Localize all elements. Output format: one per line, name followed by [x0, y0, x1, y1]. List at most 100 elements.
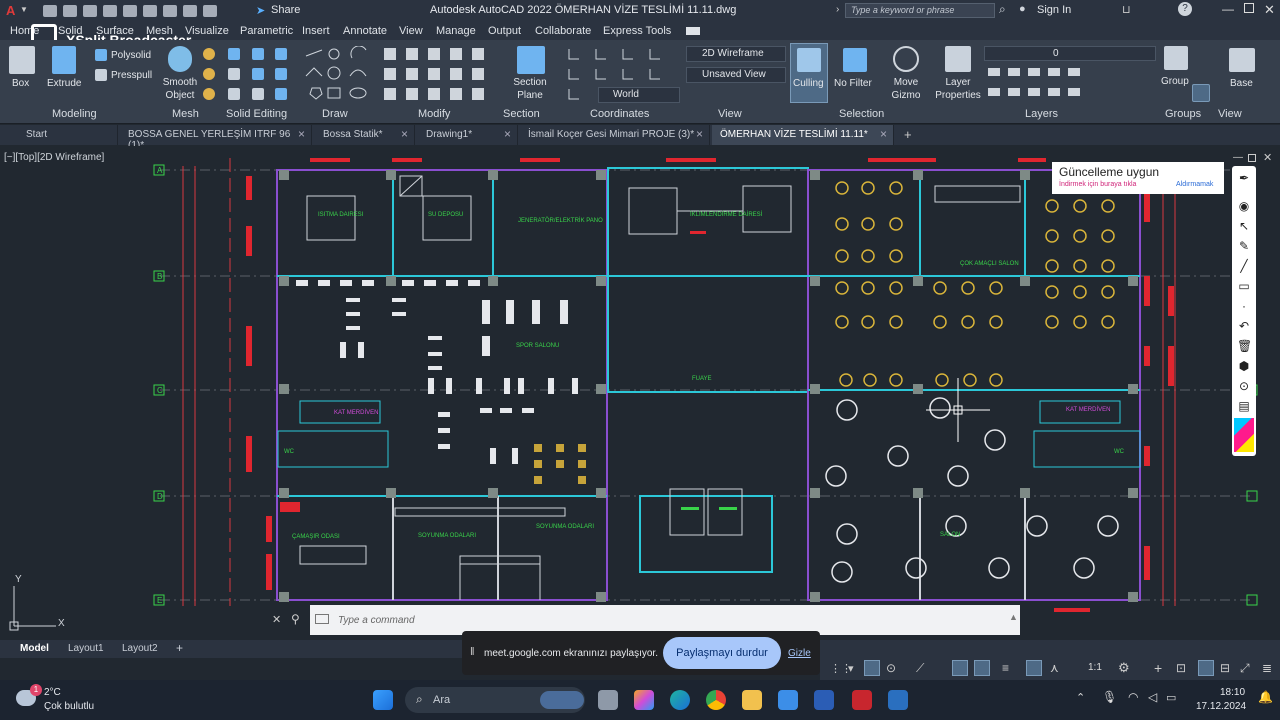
- microphone-icon[interactable]: 🎙: [1102, 690, 1117, 704]
- draw-tools-icon[interactable]: [302, 46, 374, 102]
- save-as-icon[interactable]: [103, 5, 117, 17]
- move-gizmo-icon[interactable]: [893, 46, 919, 72]
- doc-tab-start[interactable]: Start: [18, 125, 118, 145]
- tab-manage[interactable]: Manage: [436, 25, 476, 37]
- modeling-panel-label[interactable]: Modeling: [52, 108, 97, 120]
- coordinates-panel-label[interactable]: Coordinates: [590, 108, 649, 120]
- quick-properties-icon[interactable]: [1198, 660, 1214, 676]
- drag-handle-icon[interactable]: ‖: [470, 646, 475, 658]
- annotation-scale[interactable]: 1:1: [1088, 662, 1102, 673]
- share-button[interactable]: Share: [271, 4, 300, 16]
- web-save-icon[interactable]: [143, 5, 157, 17]
- drawing-viewport[interactable]: ISITMA DAIRESI SU DEPOSU JENERATÖR/ELEKT…: [0, 146, 1280, 636]
- presspull-icon[interactable]: [95, 69, 107, 81]
- restore-icon[interactable]: [1244, 3, 1254, 13]
- viewport-close-icon[interactable]: ✕: [1263, 151, 1272, 164]
- tab-layout2[interactable]: Layout2: [122, 643, 158, 654]
- close-tab-icon[interactable]: ×: [401, 127, 408, 141]
- close-tab-icon[interactable]: ×: [504, 127, 511, 141]
- tab-parametric[interactable]: Parametric: [240, 25, 293, 37]
- base-view-button[interactable]: Base: [1230, 78, 1253, 89]
- units-icon[interactable]: ⊡: [1176, 661, 1186, 675]
- search-icon[interactable]: ⌕: [999, 2, 1006, 17]
- no-filter-button[interactable]: No Filter: [834, 78, 872, 89]
- lineweight-icon[interactable]: ≡: [1002, 661, 1009, 675]
- trash-icon[interactable]: 🗑: [1237, 340, 1252, 352]
- extrude-button[interactable]: Extrude: [47, 78, 81, 89]
- tab-express-tools[interactable]: Express Tools: [603, 25, 671, 37]
- store-icon[interactable]: [778, 690, 798, 710]
- volume-icon[interactable]: ◁: [1148, 690, 1157, 704]
- fill-icon[interactable]: ⬢: [1237, 360, 1251, 372]
- tab-view[interactable]: View: [399, 25, 423, 37]
- line-tool-icon[interactable]: ╱: [1237, 260, 1251, 272]
- camera-icon[interactable]: ⊙: [1237, 380, 1251, 392]
- view2-panel-label[interactable]: View: [1218, 108, 1242, 120]
- subtract-icon[interactable]: [252, 48, 264, 60]
- fullscreen-icon[interactable]: ⤢: [1240, 661, 1250, 676]
- undo-draw-icon[interactable]: ↶: [1237, 320, 1251, 332]
- selection-panel-label[interactable]: Selection: [839, 108, 884, 120]
- file-explorer-icon[interactable]: [742, 690, 762, 710]
- mesh-smooth-icon[interactable]: [203, 68, 215, 80]
- group-button[interactable]: Group: [1161, 76, 1189, 87]
- word-icon[interactable]: [814, 690, 834, 710]
- selection-cycling-icon[interactable]: [974, 660, 990, 676]
- undo-icon[interactable]: [183, 5, 197, 17]
- sign-in-link[interactable]: Sign In: [1037, 4, 1071, 16]
- modify-panel-label[interactable]: Modify: [418, 108, 450, 120]
- close-tab-icon[interactable]: ×: [696, 127, 703, 141]
- tab-model[interactable]: Model: [20, 643, 49, 654]
- box-icon[interactable]: [9, 46, 35, 74]
- new-file-icon[interactable]: [43, 5, 57, 17]
- pen-icon[interactable]: ✒: [1237, 172, 1251, 184]
- section-panel-label[interactable]: Section: [503, 108, 540, 120]
- viewport-controls[interactable]: [−][Top][2D Wireframe]: [4, 152, 104, 163]
- modify-tools-icon[interactable]: [382, 46, 494, 102]
- weather-temperature[interactable]: 2°C: [44, 687, 61, 698]
- customization-icon[interactable]: ≣: [1262, 661, 1272, 675]
- chrome-icon[interactable]: [706, 690, 726, 710]
- battery-icon[interactable]: ▭: [1166, 691, 1176, 704]
- solid-editing-panel-label[interactable]: Solid Editing: [226, 108, 287, 120]
- base-view-icon[interactable]: [1229, 48, 1255, 72]
- viewport-restore-icon[interactable]: [1248, 154, 1256, 162]
- command-close-icon[interactable]: ✕: [272, 613, 281, 626]
- mesh-sphere-icon[interactable]: [203, 48, 215, 60]
- help-icon[interactable]: ?: [1178, 2, 1192, 16]
- slice-icon[interactable]: [228, 68, 240, 80]
- ribbon-options-icon[interactable]: [686, 27, 700, 35]
- search-arrow-icon[interactable]: ›: [836, 4, 839, 15]
- close-icon[interactable]: ✕: [1264, 2, 1275, 18]
- app-menu-chevron-icon[interactable]: ▼: [20, 5, 28, 14]
- command-expand-icon[interactable]: ▲: [1009, 612, 1018, 622]
- saved-view-dropdown[interactable]: Unsaved View: [686, 67, 786, 83]
- isodraft-icon[interactable]: ⟋: [916, 661, 924, 676]
- group-icon[interactable]: [1164, 46, 1188, 70]
- close-tab-icon[interactable]: ×: [298, 127, 305, 141]
- search-input[interactable]: Type a keyword or phrase: [845, 3, 995, 18]
- dot-icon[interactable]: ·: [1237, 300, 1251, 312]
- annotation-visibility-icon[interactable]: [1026, 660, 1042, 676]
- weather-description[interactable]: Çok bulutlu: [44, 701, 94, 712]
- eraser-icon[interactable]: ▭: [1237, 280, 1251, 292]
- ucs-world-dropdown[interactable]: World: [598, 87, 680, 103]
- copilot-icon[interactable]: [634, 690, 654, 710]
- auto-scale-icon[interactable]: ⋏: [1050, 661, 1059, 675]
- fillet-edge-icon[interactable]: [228, 88, 240, 100]
- autocad-taskbar-icon[interactable]: [852, 690, 872, 710]
- notification-dismiss-link[interactable]: Aldırmamak: [1176, 181, 1213, 188]
- plot-icon[interactable]: [163, 5, 177, 17]
- workspace-gear-icon[interactable]: ⚙: [1118, 660, 1130, 676]
- eye-icon[interactable]: ◉: [1237, 200, 1251, 212]
- layer-tools-icon[interactable]: [986, 66, 1082, 102]
- tab-insert[interactable]: Insert: [302, 25, 330, 37]
- no-filter-icon[interactable]: [843, 48, 867, 72]
- union-icon[interactable]: [228, 48, 240, 60]
- user-icon[interactable]: ●: [1019, 3, 1026, 15]
- doc-tab-ismail-kocer[interactable]: İsmail Koçer Gesi Mimari PROJE (3)* ×: [520, 125, 710, 145]
- extract-edges-icon[interactable]: [275, 68, 287, 80]
- command-history-icon[interactable]: [315, 614, 329, 624]
- tab-visualize[interactable]: Visualize: [185, 25, 229, 37]
- marker-icon[interactable]: ✎: [1237, 240, 1251, 252]
